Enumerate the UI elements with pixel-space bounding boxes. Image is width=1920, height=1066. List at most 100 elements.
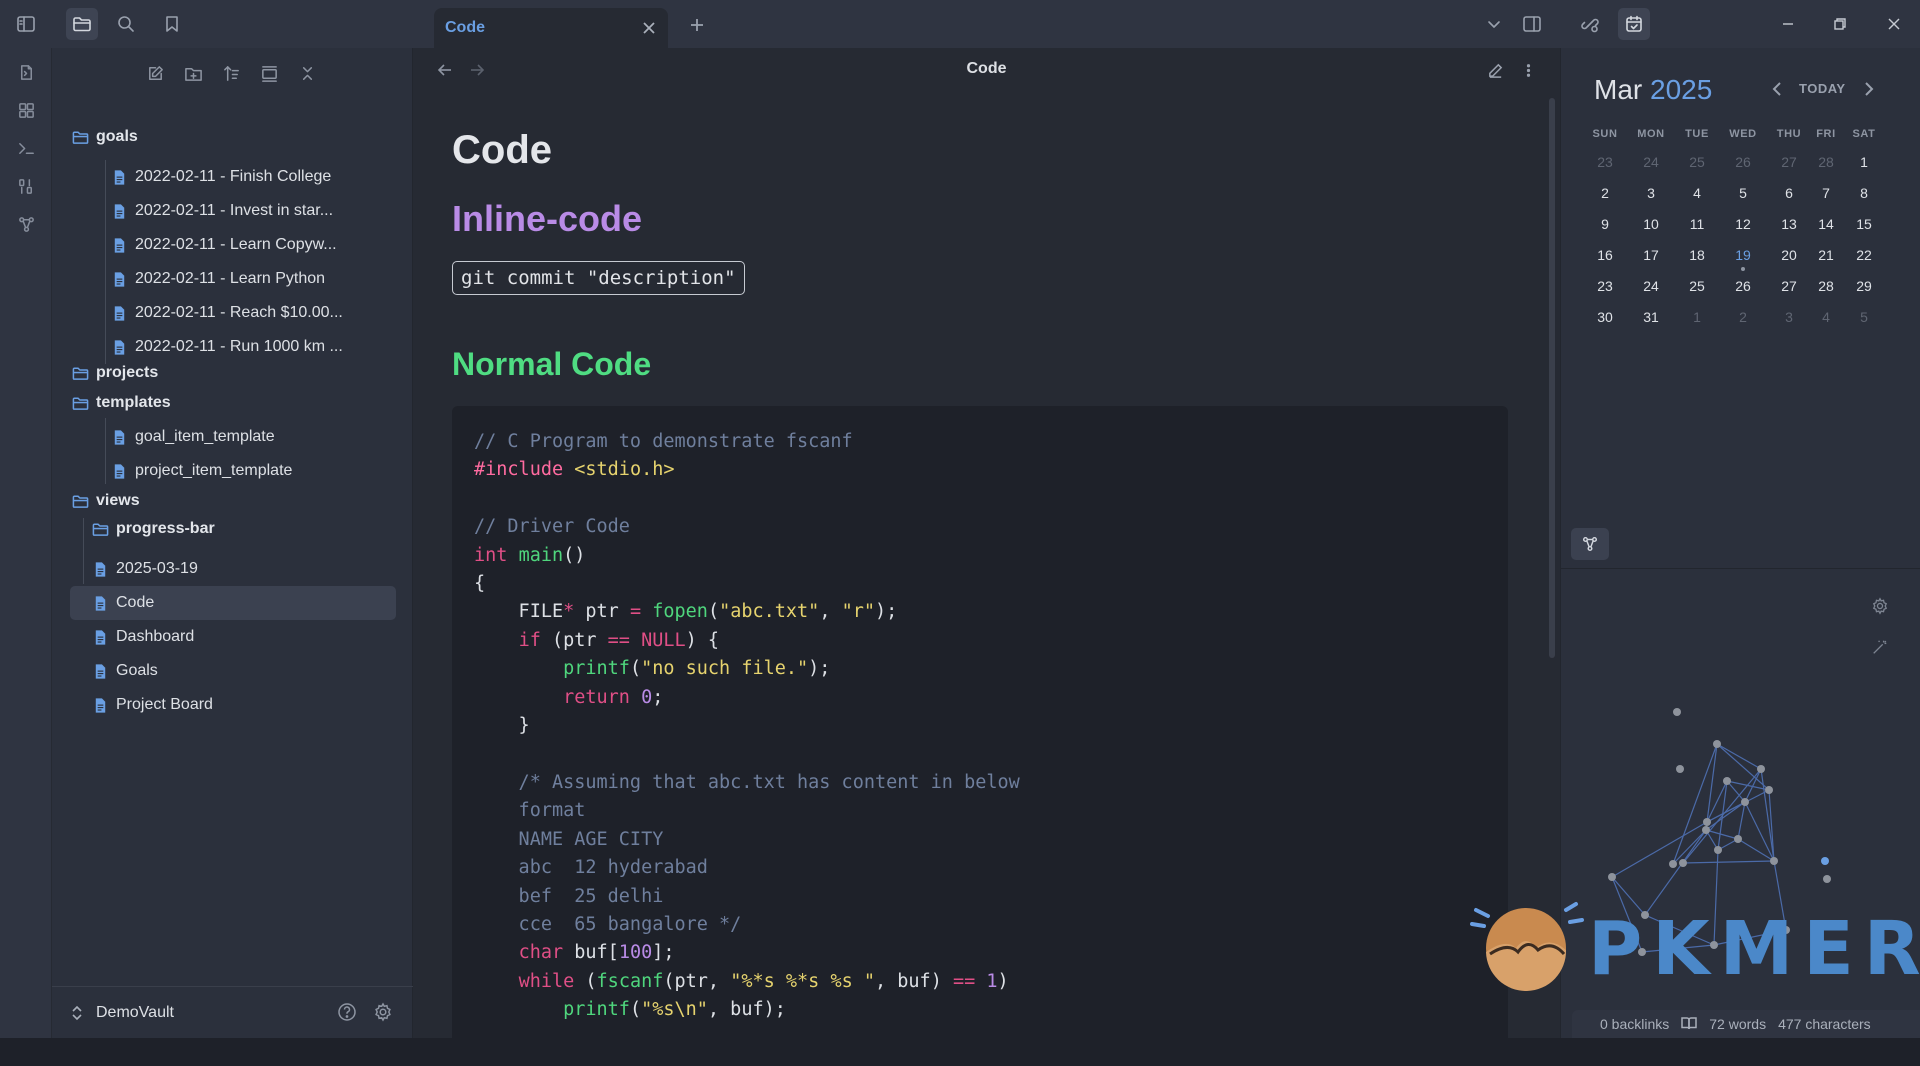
calendar-day[interactable]: 23 [1583, 154, 1627, 170]
calendar-day[interactable]: 17 [1629, 247, 1673, 263]
vault-chevron-updown-icon[interactable] [70, 1003, 84, 1023]
graph-node[interactable] [1714, 846, 1722, 854]
file-item[interactable]: goal_item_template [109, 420, 275, 454]
calendar-day[interactable]: 31 [1629, 309, 1673, 325]
calendar-day[interactable]: 11 [1675, 216, 1719, 232]
file-item[interactable]: 2022-02-11 - Learn Python [109, 262, 325, 296]
calendar-day[interactable]: 25 [1675, 154, 1719, 170]
file-item[interactable]: project_item_template [109, 454, 292, 488]
file-item[interactable]: Code [70, 586, 396, 620]
close-tab-icon[interactable] [640, 19, 658, 37]
files-folder-icon[interactable] [66, 8, 98, 40]
command-palette-terminal-icon[interactable] [14, 136, 38, 160]
graph-node[interactable] [1608, 873, 1616, 881]
calendar-day[interactable]: 3 [1629, 185, 1673, 201]
calendar-day[interactable]: 4 [1675, 185, 1719, 201]
calendar-month[interactable]: Mar [1594, 74, 1642, 105]
edit-mode-pencil-icon[interactable] [1485, 60, 1505, 80]
calendar-day[interactable]: 12 [1721, 216, 1765, 232]
restore-window-icon[interactable] [1826, 10, 1854, 38]
graph-node[interactable] [1765, 786, 1773, 794]
folder-item[interactable]: projects [70, 356, 158, 390]
graph-view-icon[interactable] [14, 212, 38, 236]
calendar-day[interactable]: 10 [1629, 216, 1673, 232]
folder-item[interactable]: goals [70, 120, 138, 154]
help-icon[interactable] [336, 1001, 358, 1023]
calendar-day[interactable]: 1 [1675, 309, 1719, 325]
graph-node[interactable] [1821, 857, 1829, 865]
calendar-day[interactable]: 16 [1583, 247, 1627, 263]
graph-node[interactable] [1703, 818, 1711, 826]
calendar-day[interactable]: 26 [1721, 154, 1765, 170]
file-item[interactable]: 2025-03-19 [90, 552, 198, 586]
editor-scrollbar[interactable] [1549, 98, 1555, 658]
calendar-day[interactable]: 30 [1583, 309, 1627, 325]
calendar-day[interactable]: 5 [1721, 185, 1765, 201]
search-icon[interactable] [110, 8, 142, 40]
calendar-day[interactable]: 8 [1842, 185, 1886, 201]
toggle-left-sidebar-icon[interactable] [10, 8, 42, 40]
calendar-day[interactable]: 1 [1842, 154, 1886, 170]
calendar-icon[interactable] [1618, 8, 1650, 40]
collapse-all-icon[interactable] [294, 60, 320, 86]
file-item[interactable]: Dashboard [90, 620, 194, 654]
note-title[interactable]: Code [452, 128, 552, 173]
auto-reveal-icon[interactable] [256, 60, 282, 86]
minimize-window-icon[interactable] [1774, 10, 1802, 38]
folder-item[interactable]: templates [70, 386, 171, 420]
binary-icon[interactable] [14, 174, 38, 198]
backlinks-icon[interactable] [1574, 8, 1606, 40]
calendar-day[interactable]: 25 [1675, 278, 1719, 294]
graph-settings-gear-icon[interactable] [1869, 595, 1891, 617]
settings-gear-icon[interactable] [372, 1001, 394, 1023]
graph-node[interactable] [1713, 740, 1721, 748]
calendar-day[interactable]: 26 [1721, 278, 1765, 294]
calendar-day[interactable]: 15 [1842, 216, 1886, 232]
calendar-prev-month-chevron-icon[interactable] [1766, 78, 1788, 100]
view-header-title[interactable]: Code [413, 60, 1560, 78]
calendar-next-month-chevron-icon[interactable] [1858, 78, 1880, 100]
open-quick-switcher-icon[interactable] [14, 60, 38, 84]
graph-node[interactable] [1676, 765, 1684, 773]
toggle-right-sidebar-icon[interactable] [1516, 8, 1548, 40]
calendar-day[interactable]: 24 [1629, 154, 1673, 170]
calendar-day[interactable]: 23 [1583, 278, 1627, 294]
folder-item[interactable]: progress-bar [90, 512, 215, 546]
graph-node[interactable] [1702, 826, 1710, 834]
file-item[interactable]: Goals [90, 654, 158, 688]
file-item[interactable]: 2022-02-11 - Invest in star... [109, 194, 333, 228]
graph-node[interactable] [1770, 857, 1778, 865]
calendar-day[interactable]: 22 [1842, 247, 1886, 263]
tab-code[interactable]: Code [434, 8, 668, 48]
reading-book-icon[interactable] [1681, 1015, 1698, 1034]
close-window-icon[interactable] [1880, 10, 1908, 38]
graph-node[interactable] [1723, 777, 1731, 785]
graph-node[interactable] [1679, 859, 1687, 867]
canvas-grid-icon[interactable] [14, 98, 38, 122]
file-item[interactable]: 2022-02-11 - Finish College [109, 160, 331, 194]
calendar-day[interactable]: 9 [1583, 216, 1627, 232]
graph-node[interactable] [1669, 860, 1677, 868]
graph-node[interactable] [1757, 765, 1765, 773]
calendar-year[interactable]: 2025 [1650, 74, 1712, 105]
more-options-icon[interactable] [1518, 60, 1538, 80]
file-item[interactable]: 2022-02-11 - Learn Copyw... [109, 228, 337, 262]
new-tab-plus-icon[interactable] [686, 14, 708, 36]
calendar-day[interactable]: 2 [1721, 309, 1765, 325]
local-graph-tab-icon[interactable] [1571, 528, 1609, 560]
calendar-day[interactable]: 19 [1721, 247, 1765, 263]
code-block[interactable]: // C Program to demonstrate fscanf #incl… [452, 406, 1508, 1066]
tab-list-chevron-down-icon[interactable] [1478, 8, 1510, 40]
graph-node[interactable] [1823, 875, 1831, 883]
bookmark-icon[interactable] [156, 8, 188, 40]
calendar-day[interactable]: 18 [1675, 247, 1719, 263]
sort-order-icon[interactable] [218, 60, 244, 86]
calendar-day[interactable]: 2 [1583, 185, 1627, 201]
new-note-icon[interactable] [142, 60, 168, 86]
file-item[interactable]: 2022-02-11 - Reach $10.00... [109, 296, 343, 330]
graph-node[interactable] [1741, 798, 1749, 806]
file-item[interactable]: Project Board [90, 688, 213, 722]
new-folder-icon[interactable] [180, 60, 206, 86]
vault-name[interactable]: DemoVault [96, 1004, 174, 1022]
calendar-today-button[interactable]: TODAY [1799, 81, 1846, 96]
